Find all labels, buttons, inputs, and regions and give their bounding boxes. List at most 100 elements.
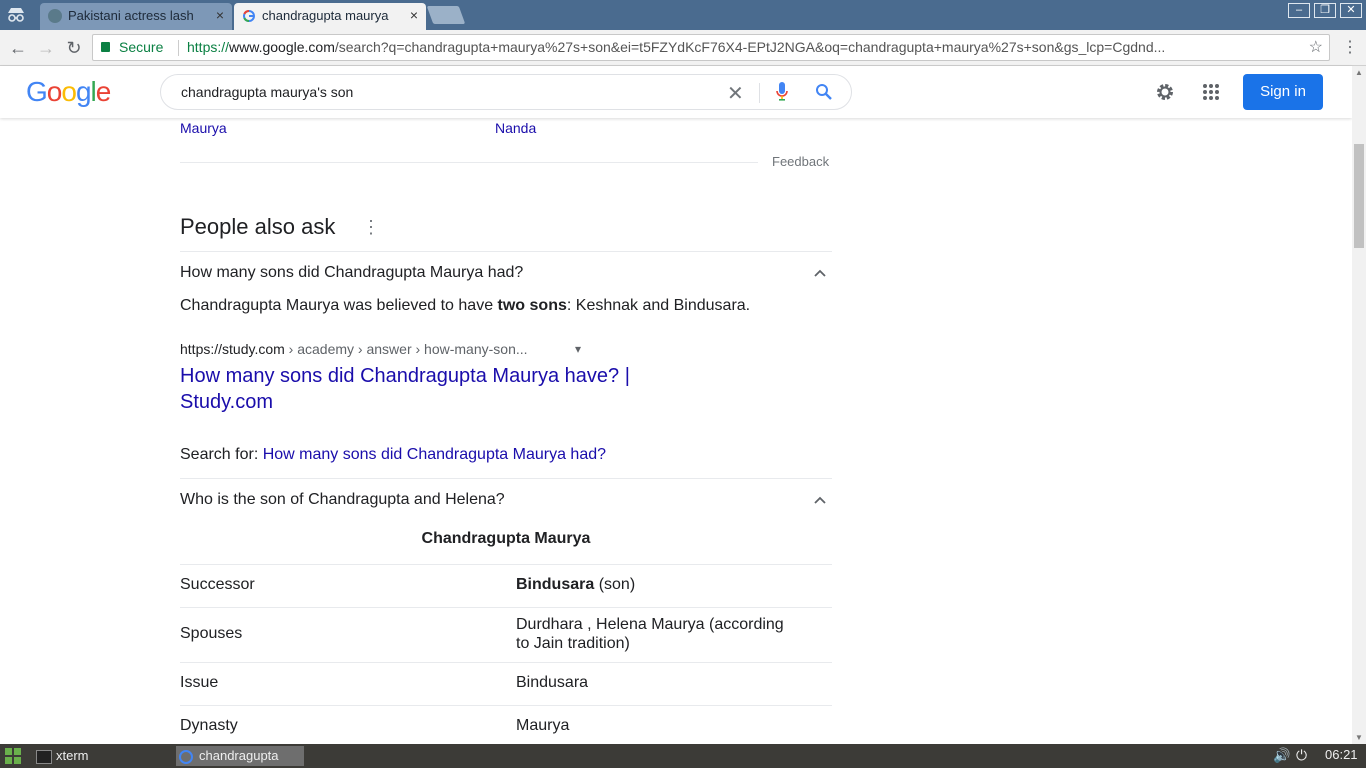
close-window-button[interactable]: ✕	[1340, 3, 1362, 18]
infobox-value: to Jain tradition)	[516, 635, 630, 652]
people-also-ask-title: People also ask	[180, 214, 336, 239]
taskbar-item-xterm[interactable]: xterm	[32, 746, 162, 766]
divider	[180, 251, 832, 252]
tab-close-icon[interactable]: ×	[410, 7, 418, 23]
answer-text: : Keshnak and Bindusara.	[566, 297, 751, 314]
question-text[interactable]: How many sons did Chandragupta Maurya ha…	[180, 264, 523, 282]
volume-icon[interactable]: 🔊	[1273, 747, 1290, 764]
answer-snippet: Chandragupta Maurya was believed to have…	[180, 297, 750, 315]
clear-search-icon[interactable]: ✕	[727, 81, 744, 106]
logo-letter: o	[61, 76, 77, 107]
logo-letter: o	[46, 76, 63, 107]
related-link-nanda[interactable]: Nanda	[495, 120, 536, 136]
search-for-link[interactable]: How many sons did Chandragupta Maurya ha…	[263, 446, 606, 463]
feedback-link[interactable]: Feedback	[772, 154, 829, 169]
logo-letter: g	[75, 76, 92, 107]
infobox-value: Bindusara (son)	[516, 576, 635, 594]
divider	[180, 564, 832, 565]
url-host: www.google.com	[229, 39, 335, 55]
tab-close-icon[interactable]: ×	[216, 7, 224, 23]
minimize-button[interactable]: –	[1288, 3, 1310, 18]
forward-button[interactable]: →	[34, 36, 58, 60]
secure-label: Secure	[119, 39, 164, 55]
tab-strip: Pakistani actress lash × chandragupta ma…	[0, 0, 1366, 30]
chevron-up-icon[interactable]	[814, 496, 826, 504]
url-path: /search?q=chandragupta+maurya%27s+son&ei…	[334, 39, 1166, 55]
logo-letter: G	[26, 76, 48, 107]
browser-toolbar: ← → ↻ Secure https://www.google.com/sear…	[0, 30, 1366, 66]
result-citation: https://study.com › academy › answer › h…	[180, 341, 528, 357]
os-taskbar: xterm chandragupta 🔊 ⏻ 06:21	[0, 744, 1366, 768]
scroll-up-arrow-icon[interactable]: ▲	[1355, 68, 1363, 77]
infobox-value-text: (son)	[594, 576, 636, 593]
question-text[interactable]: Who is the son of Chandragupta and Helen…	[180, 491, 505, 509]
search-icon[interactable]	[815, 83, 833, 101]
google-header: Google chandragupta maurya's son ✕ Sign …	[0, 66, 1352, 118]
page-scrollbar[interactable]: ▲ ▼	[1352, 66, 1366, 744]
divider	[180, 162, 758, 163]
sign-in-button[interactable]: Sign in	[1243, 74, 1323, 110]
terminal-icon	[36, 749, 52, 764]
reload-button[interactable]: ↻	[62, 36, 86, 60]
chevron-up-icon[interactable]	[814, 269, 826, 277]
search-for-row: Search for: How many sons did Chandragup…	[180, 446, 606, 464]
infobox-value: Maurya	[516, 717, 570, 734]
infobox-value-link[interactable]: Bindusara	[516, 576, 594, 593]
taskbar-item-label: chandragupta	[199, 748, 279, 763]
lock-icon	[101, 42, 110, 52]
citation-domain: https://study.com	[180, 341, 285, 357]
citation-path: › academy › answer › how-many-son...	[284, 341, 528, 357]
infobox-label: Dynasty	[180, 717, 238, 734]
infobox-title: Chandragupta Maurya	[421, 530, 591, 547]
infobox-label: Successor	[180, 576, 255, 593]
divider	[180, 478, 832, 479]
divider	[180, 705, 832, 706]
answer-text: Chandragupta Maurya was believed to have	[180, 297, 498, 314]
taskbar-item-label: xterm	[56, 748, 89, 763]
site-favicon-icon	[48, 9, 62, 23]
incognito-icon	[6, 6, 26, 24]
url-scheme: https://	[187, 39, 230, 55]
tab-pakistani-actress[interactable]: Pakistani actress lash ×	[40, 3, 232, 30]
taskbar-item-chandragupta[interactable]: chandragupta	[176, 746, 304, 766]
infobox-value: Bindusara	[516, 674, 589, 691]
infobox-label: Issue	[180, 674, 219, 691]
scroll-down-arrow-icon[interactable]: ▼	[1355, 733, 1363, 742]
infobox-value: Durdhara , Helena Maurya (according	[516, 616, 784, 633]
google-favicon-icon	[242, 9, 256, 23]
divider	[180, 607, 832, 608]
tab-title: chandragupta maurya	[262, 8, 389, 23]
result-title-link[interactable]: Study.com	[180, 391, 273, 414]
settings-gear-icon[interactable]	[1154, 81, 1176, 103]
search-for-label: Search for:	[180, 446, 263, 463]
citation-dropdown-icon[interactable]: ▾	[575, 342, 581, 356]
bookmark-star-icon[interactable]: ☆	[1309, 37, 1323, 57]
restore-button[interactable]: ❐	[1314, 3, 1336, 18]
scrollbar-thumb[interactable]	[1354, 144, 1364, 248]
back-button[interactable]: ←	[6, 36, 30, 60]
app-menu-icon[interactable]	[4, 747, 22, 765]
divider	[180, 662, 832, 663]
power-icon[interactable]: ⏻	[1296, 747, 1307, 764]
new-tab-button[interactable]	[426, 6, 466, 24]
result-title-link[interactable]: How many sons did Chandragupta Maurya ha…	[180, 365, 630, 388]
apps-grid-icon[interactable]	[1202, 83, 1220, 101]
microphone-icon[interactable]	[776, 82, 788, 102]
address-bar[interactable]: Secure https://www.google.com/search?q=c…	[92, 34, 1330, 61]
divider	[178, 40, 179, 56]
search-box[interactable]: chandragupta maurya's son ✕	[160, 74, 852, 110]
google-logo[interactable]: Google	[26, 76, 112, 108]
chrome-icon	[179, 749, 193, 764]
clock: 06:21	[1325, 747, 1358, 762]
answer-highlight: two sons	[497, 297, 567, 314]
infobox-label: Spouses	[180, 625, 243, 642]
tab-title: Pakistani actress lash	[68, 8, 194, 23]
url-text[interactable]: https://www.google.com/search?q=chandrag…	[187, 39, 1297, 55]
more-options-icon[interactable]: ⋮	[362, 217, 380, 238]
related-link-maurya[interactable]: Maurya	[180, 120, 227, 136]
search-input[interactable]: chandragupta maurya's son	[181, 84, 353, 100]
browser-menu-icon[interactable]: ⋮	[1342, 38, 1358, 58]
logo-letter: e	[95, 76, 112, 107]
divider	[759, 83, 760, 103]
tab-chandragupta[interactable]: chandragupta maurya ×	[234, 3, 426, 30]
